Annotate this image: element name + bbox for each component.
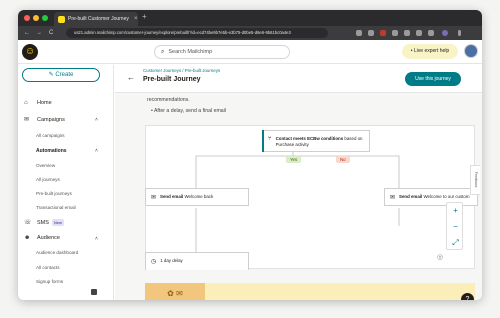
maximize-window-dot[interactable] bbox=[42, 15, 48, 21]
chevron-up-icon[interactable]: ˄ bbox=[95, 148, 98, 154]
description-text: recommendations. bbox=[147, 97, 190, 103]
tab-close-icon[interactable]: × bbox=[134, 16, 138, 22]
sidebar-subitem-transactional-email[interactable]: Transactional email bbox=[36, 205, 76, 210]
avatar[interactable] bbox=[464, 44, 478, 58]
help-button[interactable]: ? bbox=[461, 293, 474, 300]
live-help-button[interactable]: • Live expert help bbox=[402, 44, 458, 59]
send-email-title: Send email bbox=[160, 194, 184, 199]
zoom-out-button[interactable]: − bbox=[447, 219, 464, 235]
journey-canvas[interactable]: ⑂ Contact meets ECBw conditions based on… bbox=[145, 125, 478, 270]
condition-title: Contact meets ECBw conditions bbox=[275, 136, 344, 141]
sidebar-subitem-all-contacts[interactable]: All contacts bbox=[36, 265, 60, 270]
forward-arrow-icon[interactable]: → bbox=[36, 29, 42, 37]
sidebar-subitem-signup-forms[interactable]: Signup forms bbox=[36, 279, 63, 284]
email-icon: ✉ bbox=[151, 195, 157, 201]
minimize-window-dot[interactable] bbox=[33, 15, 39, 21]
sidebar-subitem-automations[interactable]: Automations bbox=[36, 148, 67, 154]
send-email-text: Send email Welcome back bbox=[160, 194, 213, 200]
create-label: Create bbox=[55, 72, 74, 78]
tab-bar: Pre-built Customer Journey × + bbox=[18, 10, 482, 26]
sidebar: ✎ Create ⌂ Home ✉ Campaigns ˄ All campaign… bbox=[18, 65, 114, 300]
close-window-dot[interactable] bbox=[24, 15, 30, 21]
extension-icon[interactable] bbox=[416, 30, 422, 36]
promo-banner: ✿ ✉ bbox=[145, 283, 475, 300]
sms-icon: ☏ bbox=[24, 220, 32, 226]
sidebar-item-label: Home bbox=[37, 100, 52, 106]
sidebar-subitem-audience-dashboard[interactable]: Audience dashboard bbox=[36, 250, 78, 255]
send-email-subject: Welcome to our custom bbox=[423, 194, 470, 199]
sidebar-subitem-all-campaigns[interactable]: All campaigns bbox=[36, 133, 65, 138]
condition-detail: Purchase activity bbox=[275, 142, 309, 147]
fit-to-screen-button[interactable]: ⤢ bbox=[447, 235, 464, 251]
yes-branch-label: Yes bbox=[286, 156, 302, 163]
condition-text: Contact meets ECBw conditions based on P… bbox=[276, 136, 363, 148]
clock-icon: ◷ bbox=[151, 259, 157, 265]
main-content: ← Customer Journeys / Pre-built Journeys… bbox=[115, 65, 482, 300]
extension-icon[interactable] bbox=[368, 30, 374, 36]
description-bullet: • After a delay, send a final email bbox=[151, 108, 226, 114]
audience-icon: ☻ bbox=[24, 235, 31, 241]
check-circle-icon: ◎ bbox=[437, 254, 444, 261]
back-arrow-icon[interactable]: ← bbox=[127, 73, 135, 82]
send-email-node-left[interactable]: ✉ Send email Welcome back bbox=[145, 188, 249, 206]
sidebar-item-audience[interactable]: ☻ Audience bbox=[24, 235, 60, 241]
sidebar-item-label: SMS bbox=[37, 219, 49, 226]
no-branch-label: No bbox=[336, 156, 350, 163]
app-header: ☺ ⌕ Search Mailchimp • Live expert help bbox=[18, 40, 482, 64]
breadcrumb[interactable]: Customer Journeys / Pre-built Journeys bbox=[143, 68, 220, 73]
use-journey-button[interactable]: Use this journey bbox=[405, 72, 461, 86]
mailchimp-logo-icon[interactable]: ☺ bbox=[22, 44, 38, 60]
email-icon: ✉ bbox=[390, 195, 396, 201]
zoom-controls: + − ⤢ bbox=[446, 202, 463, 250]
extension-icon[interactable] bbox=[356, 30, 362, 36]
sidebar-subitem-all-journeys[interactable]: All journeys bbox=[36, 177, 60, 182]
send-email-title: Send email bbox=[399, 194, 423, 199]
tab-title: Pre-built Customer Journey bbox=[68, 16, 129, 22]
extension-icon[interactable] bbox=[392, 30, 398, 36]
delay-node[interactable]: ◷ 1 day delay bbox=[145, 252, 249, 270]
page-header: ← Customer Journeys / Pre-built Journeys… bbox=[115, 65, 482, 93]
delay-label: 1 day delay bbox=[160, 258, 183, 263]
extension-icon[interactable] bbox=[404, 30, 410, 36]
feedback-tab[interactable]: Feedback bbox=[470, 165, 480, 195]
reload-icon[interactable]: C bbox=[49, 29, 53, 37]
address-bar-row: ← → C us21.admin.mailchimp.com/customer-… bbox=[18, 26, 482, 40]
sidebar-item-home[interactable]: ⌂ Home bbox=[24, 100, 52, 106]
sidebar-item-sms[interactable]: ☏ SMS New bbox=[24, 219, 64, 226]
profile-icon[interactable] bbox=[442, 30, 448, 36]
branch-icon: ⑂ bbox=[268, 136, 272, 142]
node-accent bbox=[262, 130, 264, 152]
collapse-sidebar-icon[interactable] bbox=[91, 289, 97, 295]
megaphone-icon: ✉ bbox=[24, 117, 30, 123]
page-title: Pre-built Journey bbox=[143, 76, 201, 83]
url-field[interactable]: us21.admin.mailchimp.com/customer-journe… bbox=[66, 28, 328, 38]
search-icon: ⌕ bbox=[161, 48, 165, 55]
chevron-up-icon[interactable]: ˄ bbox=[95, 236, 98, 242]
condition-node[interactable]: ⑂ Contact meets ECBw conditions based on… bbox=[262, 130, 370, 152]
create-button[interactable]: ✎ Create bbox=[22, 68, 100, 82]
extension-icon[interactable] bbox=[380, 30, 386, 36]
browser-tab[interactable]: Pre-built Customer Journey × bbox=[54, 12, 138, 26]
new-tab-button[interactable]: + bbox=[142, 13, 147, 21]
chevron-up-icon[interactable]: ˄ bbox=[95, 117, 98, 123]
zoom-in-button[interactable]: + bbox=[447, 203, 464, 219]
condition-suffix: based on bbox=[344, 136, 363, 141]
sidebar-subitem-overview[interactable]: Overview bbox=[36, 163, 55, 168]
sidebar-item-campaigns[interactable]: ✉ Campaigns bbox=[24, 116, 65, 124]
mailchimp-favicon-icon bbox=[58, 15, 65, 23]
browser-window: Pre-built Customer Journey × + ← → C us2… bbox=[18, 10, 482, 300]
promo-illustration-icon: ✿ ✉ bbox=[145, 283, 205, 300]
search-placeholder: Search Mailchimp bbox=[168, 49, 213, 55]
sidebar-item-label: Campaigns bbox=[37, 116, 65, 123]
send-email-subject: Welcome back bbox=[184, 194, 214, 199]
search-input[interactable]: ⌕ Search Mailchimp bbox=[154, 45, 290, 59]
send-email-text: Send email Welcome to our custom bbox=[399, 194, 473, 200]
new-badge: New bbox=[51, 219, 64, 226]
home-icon: ⌂ bbox=[24, 100, 28, 106]
menu-icon[interactable] bbox=[458, 30, 461, 36]
back-arrow-icon[interactable]: ← bbox=[24, 29, 30, 37]
sidebar-item-label: Audience bbox=[37, 235, 60, 241]
sidebar-subitem-prebuilt-journeys[interactable]: Pre-built journeys bbox=[36, 191, 72, 196]
extension-icon[interactable] bbox=[428, 30, 434, 36]
